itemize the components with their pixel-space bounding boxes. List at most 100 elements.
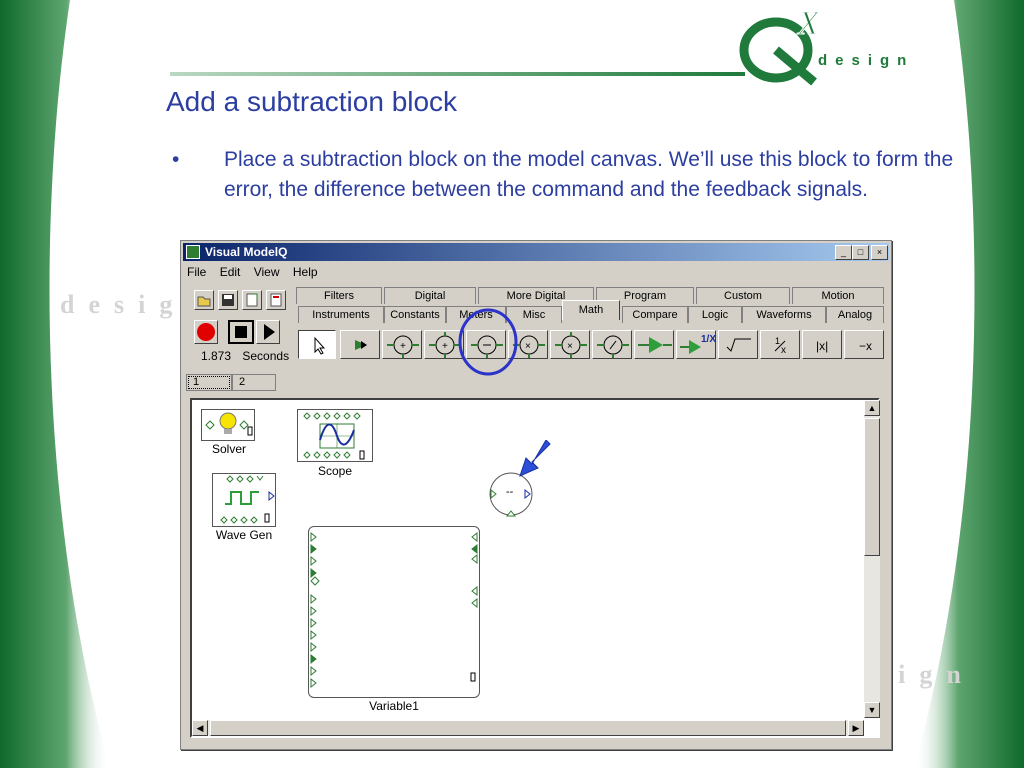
maximize-button[interactable]: □ — [852, 245, 869, 260]
lightbulb-icon — [205, 412, 253, 436]
square-root-icon — [726, 338, 751, 352]
solver-label: Solver — [211, 442, 246, 456]
square-root-block-button[interactable] — [718, 330, 758, 359]
new-button[interactable] — [242, 290, 262, 310]
inverse-icon: 1x — [774, 336, 786, 356]
new-icon — [246, 293, 258, 307]
tab-digital[interactable]: Digital — [384, 287, 476, 304]
negate-block-button[interactable]: −x — [844, 330, 884, 359]
variable1-label: Variable1 — [369, 699, 419, 713]
svg-text:1: 1 — [775, 336, 780, 346]
play-button[interactable] — [256, 320, 280, 344]
play-icon — [264, 324, 275, 340]
variable-ports-icon — [310, 531, 478, 689]
highlight-circle — [458, 308, 518, 376]
canvas-tab-1[interactable]: 1 — [186, 374, 232, 391]
save-icon — [222, 294, 234, 306]
open-icon — [197, 296, 211, 307]
wave-gen-label: Wave Gen — [215, 528, 273, 542]
solver-block[interactable] — [201, 409, 255, 441]
inverse-block-button[interactable]: 1x — [760, 330, 800, 359]
sim-time-unit: Seconds — [242, 349, 290, 363]
tab-custom[interactable]: Custom — [696, 287, 790, 304]
wire-tool-button[interactable] — [340, 330, 380, 359]
reciprocal-block-button[interactable]: 1/X — [676, 330, 716, 359]
gain-icon — [638, 337, 672, 353]
square-wave-icon — [220, 475, 275, 524]
stop-icon — [235, 326, 247, 338]
svg-text:×: × — [567, 341, 573, 352]
scroll-thumb-vertical[interactable] — [864, 418, 880, 556]
scroll-up-button[interactable]: ▲ — [864, 400, 880, 416]
svg-text:×: × — [525, 341, 531, 352]
print-icon — [270, 293, 282, 307]
tab-waveforms[interactable]: Waveforms — [742, 306, 826, 323]
svg-text:X: X — [796, 6, 820, 42]
tab-analog[interactable]: Analog — [826, 306, 884, 323]
pointer-arrow-icon — [519, 440, 551, 477]
sum-icon: + — [387, 335, 419, 358]
menu-file[interactable]: File — [187, 265, 206, 279]
close-button[interactable]: × — [871, 245, 888, 260]
canvas-tab-2[interactable]: 2 — [232, 374, 276, 391]
svg-text:|x|: |x| — [816, 339, 828, 353]
horizontal-scrollbar[interactable]: ◀ ▶ — [192, 720, 864, 736]
tab-math[interactable]: Math — [562, 300, 620, 320]
window-title: Visual ModelQ — [205, 245, 288, 259]
tab-filters[interactable]: Filters — [296, 287, 382, 304]
menu-help[interactable]: Help — [293, 265, 318, 279]
window-titlebar[interactable]: Visual ModelQ _ □ × — [183, 243, 889, 261]
bullet-text: Place a subtraction block on the model c… — [224, 148, 954, 201]
wave-gen-block[interactable] — [212, 473, 276, 527]
svg-text:+: + — [442, 341, 448, 352]
qx-design-logo: X design — [736, 5, 916, 86]
tab-constants[interactable]: Constants — [384, 306, 446, 323]
open-button[interactable] — [194, 290, 214, 310]
tab-motion[interactable]: Motion — [792, 287, 884, 304]
gain-block-button[interactable] — [634, 330, 674, 359]
vertical-scrollbar[interactable]: ▲ ▼ — [864, 400, 880, 718]
print-button[interactable] — [266, 290, 286, 310]
tab-logic[interactable]: Logic — [688, 306, 742, 323]
scroll-thumb-horizontal[interactable] — [210, 720, 846, 736]
menu-edit[interactable]: Edit — [220, 265, 241, 279]
logo-mark-icon: X — [739, 5, 821, 86]
absolute-block-button[interactable]: |x| — [802, 330, 842, 359]
svg-text:x: x — [781, 345, 786, 356]
stop-button[interactable] — [228, 320, 254, 344]
svg-text:1/X: 1/X — [701, 334, 716, 345]
divide-icon — [597, 335, 629, 358]
multiply-three-block-button[interactable]: × — [550, 330, 590, 359]
svg-text:−x: −x — [859, 339, 872, 353]
menu-view[interactable]: View — [254, 265, 280, 279]
scroll-left-button[interactable]: ◀ — [192, 720, 208, 736]
scroll-right-button[interactable]: ▶ — [848, 720, 864, 736]
minimize-button[interactable]: _ — [835, 245, 852, 260]
absolute-icon: |x| — [816, 339, 828, 353]
scope-waveform-icon — [303, 412, 365, 460]
scope-block[interactable] — [297, 409, 373, 462]
scope-label: Scope — [317, 464, 353, 478]
sim-time: 1.873 Seconds — [201, 349, 289, 363]
save-button[interactable] — [218, 290, 238, 310]
scroll-down-button[interactable]: ▼ — [864, 702, 880, 718]
divide-block-button[interactable] — [592, 330, 632, 359]
multiply-three-icon: × — [555, 332, 587, 358]
menu-bar: File Edit View Help — [187, 265, 328, 279]
tab-compare[interactable]: Compare — [622, 306, 688, 323]
logo-text: design — [818, 52, 915, 69]
wire-tool-icon — [355, 340, 367, 350]
title-rule — [170, 72, 745, 76]
sum-block-button[interactable]: + — [382, 330, 422, 359]
sim-time-value: 1.873 — [201, 349, 232, 363]
pointer-tool-button[interactable] — [298, 330, 336, 359]
variable1-block[interactable] — [308, 526, 480, 698]
pointer-icon — [314, 336, 326, 355]
subtraction-symbol: -- — [506, 486, 514, 498]
record-button[interactable] — [194, 320, 218, 344]
bullet-dot: • — [172, 148, 180, 171]
app-icon — [186, 245, 200, 259]
slide-title: Add a subtraction block — [166, 86, 458, 117]
record-icon — [197, 323, 215, 341]
tab-instruments[interactable]: Instruments — [298, 306, 384, 323]
